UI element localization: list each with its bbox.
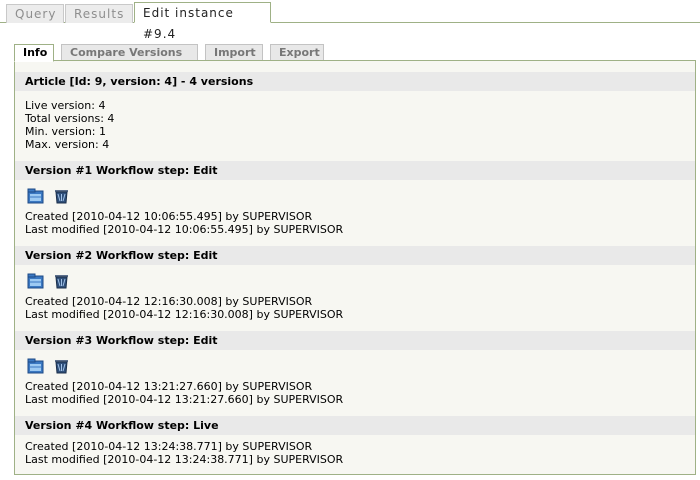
max-version-text: Max. version: 4 <box>25 138 110 151</box>
version-2-created: Created [2010-04-12 12:16:30.008] by SUP… <box>25 295 313 308</box>
tab-compare-versions[interactable]: Compare Versions <box>61 44 198 61</box>
open-folder-icon[interactable] <box>27 273 44 289</box>
live-version-text: Live version: 4 <box>25 99 106 112</box>
version-3-header: Version #3 Workflow step: Edit <box>15 331 695 350</box>
version-2-modified: Last modified [2010-04-12 12:16:30.008] … <box>25 308 344 321</box>
tab-results[interactable]: Results <box>65 4 133 23</box>
version-3-modified: Last modified [2010-04-12 13:21:27.660] … <box>25 393 344 406</box>
min-version-text: Min. version: 1 <box>25 125 107 138</box>
total-versions-text: Total versions: 4 <box>25 112 115 125</box>
tab-export[interactable]: Export <box>270 44 324 61</box>
version-3-created: Created [2010-04-12 13:21:27.660] by SUP… <box>25 380 313 393</box>
version-4-created: Created [2010-04-12 13:24:38.771] by SUP… <box>25 440 313 453</box>
delete-version-icon[interactable] <box>53 188 70 204</box>
delete-version-icon[interactable] <box>53 358 70 374</box>
version-1-created: Created [2010-04-12 10:06:55.495] by SUP… <box>25 210 313 223</box>
delete-version-icon[interactable] <box>53 273 70 289</box>
tab-info[interactable]: Info <box>14 44 54 62</box>
version-1-modified: Last modified [2010-04-12 10:06:55.495] … <box>25 223 344 236</box>
tab-query[interactable]: Query <box>6 4 64 23</box>
open-folder-icon[interactable] <box>27 188 44 204</box>
version-4-modified: Last modified [2010-04-12 13:24:38.771] … <box>25 453 344 466</box>
tab-import[interactable]: Import <box>205 44 263 61</box>
version-4-header: Version #4 Workflow step: Live <box>15 416 695 435</box>
article-header: Article [Id: 9, version: 4] - 4 versions <box>15 72 695 91</box>
open-folder-icon[interactable] <box>27 358 44 374</box>
version-2-header: Version #2 Workflow step: Edit <box>15 246 695 265</box>
top-tab-bar: Query Results Edit instance #9.4 <box>0 0 700 41</box>
info-panel: Article [Id: 9, version: 4] - 4 versions… <box>14 60 696 475</box>
version-1-header: Version #1 Workflow step: Edit <box>15 161 695 180</box>
tab-edit-instance[interactable]: Edit instance #9.4 <box>134 2 271 41</box>
